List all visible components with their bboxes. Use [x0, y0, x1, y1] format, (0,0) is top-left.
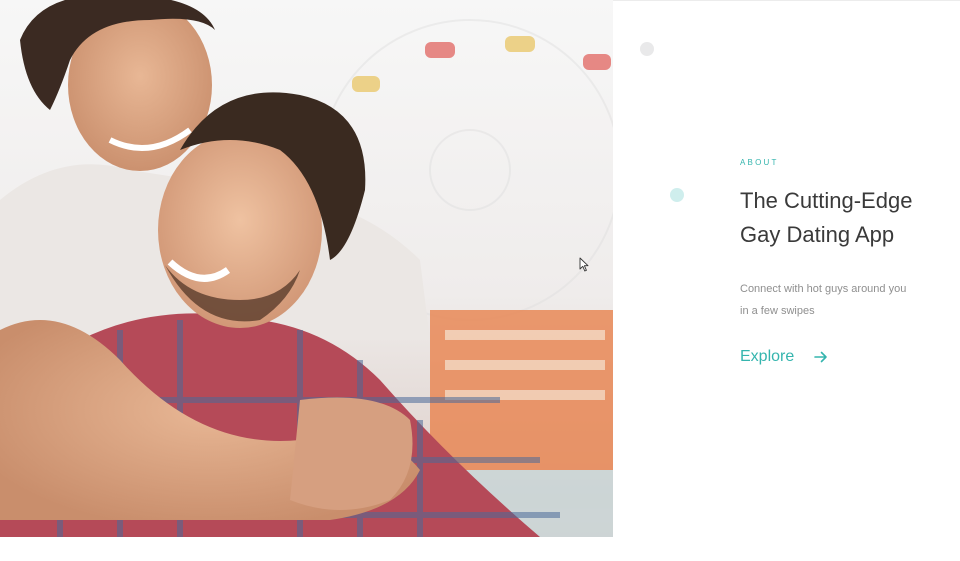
section-headline: The Cutting-Edge Gay Dating App: [740, 184, 950, 252]
arrow-right-icon: [814, 351, 828, 363]
explore-link[interactable]: Explore: [740, 348, 828, 366]
hero-photo: [0, 0, 613, 537]
about-content: ABOUT The Cutting-Edge Gay Dating App Co…: [740, 158, 950, 366]
section-description: Connect with hot guys around you in a fe…: [740, 278, 950, 322]
top-divider: [613, 0, 960, 1]
description-line-2: in a few swipes: [740, 305, 815, 317]
about-section: ABOUT The Cutting-Edge Gay Dating App Co…: [0, 0, 960, 561]
headline-line-1: The Cutting-Edge: [740, 188, 913, 213]
hero-photo-illustration: [0, 0, 613, 537]
decorative-dot-accent: [670, 188, 684, 202]
headline-line-2: Gay Dating App: [740, 222, 895, 247]
explore-label: Explore: [740, 348, 795, 365]
description-line-1: Connect with hot guys around you: [740, 283, 907, 295]
section-eyebrow: ABOUT: [740, 158, 779, 167]
mouse-cursor-icon: [579, 257, 589, 272]
decorative-dot: [640, 42, 654, 56]
